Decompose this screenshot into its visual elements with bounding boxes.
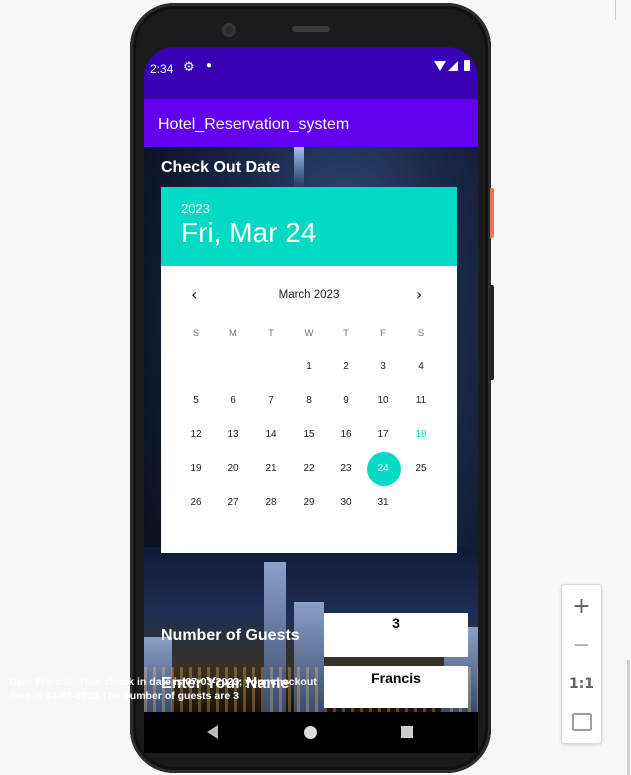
- calendar-day[interactable]: 15: [294, 425, 324, 445]
- weekday-label: W: [304, 328, 314, 339]
- main-content: Check Out Date 2023 Fri, Mar 24 ‹ March …: [144, 147, 478, 712]
- calendar-day[interactable]: 13: [218, 425, 248, 445]
- zoom-1-1-button[interactable]: 1:1: [562, 665, 601, 703]
- weekday-label: S: [417, 328, 425, 339]
- picker-selected-date[interactable]: Fri, Mar 24: [181, 217, 316, 249]
- background-light-rays: [294, 147, 304, 187]
- settings-gear-icon: ⚙: [183, 60, 195, 75]
- signal-icon: [448, 61, 458, 71]
- weekday-label: F: [380, 328, 386, 339]
- back-icon[interactable]: [207, 725, 218, 739]
- guests-input[interactable]: 3: [324, 613, 468, 657]
- calendar-day[interactable]: 29: [294, 493, 324, 513]
- calendar-day[interactable]: 20: [218, 459, 248, 479]
- power-button[interactable]: [490, 188, 494, 238]
- next-month-icon[interactable]: ›: [416, 285, 422, 304]
- zoom-in-button[interactable]: +: [562, 587, 601, 625]
- calendar-day[interactable]: 4: [406, 357, 436, 377]
- weekday-label: T: [268, 328, 274, 339]
- calendar-day[interactable]: 30: [331, 493, 361, 513]
- fit-screen-button[interactable]: [562, 703, 601, 741]
- calendar-day[interactable]: 23: [331, 459, 361, 479]
- calendar-day[interactable]: 11: [406, 391, 436, 411]
- app-bar: Hotel_Reservation_system: [144, 99, 478, 147]
- calendar-day[interactable]: 18: [406, 425, 436, 445]
- calendar-day[interactable]: 17: [368, 425, 398, 445]
- number-of-guests-label: Number of Guests: [161, 627, 300, 644]
- battery-icon: [464, 60, 470, 71]
- name-input-value: Francis: [371, 670, 421, 686]
- date-picker: 2023 Fri, Mar 24 ‹ March 2023 › SMTWTFS …: [161, 187, 457, 553]
- guests-input-value: 3: [392, 615, 400, 631]
- status-time: 2:34: [150, 62, 174, 76]
- app-title: Hotel_Reservation_system: [158, 116, 350, 133]
- calendar-day[interactable]: 27: [218, 493, 248, 513]
- calendar-day[interactable]: 31: [368, 493, 398, 513]
- volume-button[interactable]: [490, 285, 494, 380]
- emulator-scrollbar[interactable]: [627, 660, 630, 775]
- weekday-label: M: [229, 328, 237, 339]
- calendar-day[interactable]: 2: [331, 357, 361, 377]
- emulator-zoom-controls: + − 1:1: [561, 584, 602, 744]
- calendar-day[interactable]: 7: [256, 391, 286, 411]
- wifi-icon: [434, 61, 446, 71]
- notification-dot-icon: ●: [206, 60, 213, 71]
- earpiece-speaker: [292, 26, 330, 32]
- calendar-day[interactable]: 25: [406, 459, 436, 479]
- calendar-day[interactable]: 9: [331, 391, 361, 411]
- name-input[interactable]: Francis: [324, 666, 468, 708]
- calendar-day[interactable]: 10: [368, 391, 398, 411]
- calendar-day[interactable]: 28: [256, 493, 286, 513]
- picker-year[interactable]: 2023: [181, 201, 210, 216]
- weekday-label: T: [343, 328, 349, 339]
- zoom-out-button[interactable]: −: [562, 626, 601, 664]
- weekday-label: S: [192, 328, 200, 339]
- calendar-day[interactable]: 14: [256, 425, 286, 445]
- calendar-day[interactable]: 19: [181, 459, 211, 479]
- recents-icon[interactable]: [401, 726, 413, 738]
- emulator-divider: [615, 0, 616, 20]
- month-label: March 2023: [278, 289, 340, 301]
- home-icon[interactable]: [304, 726, 317, 739]
- calendar-day[interactable]: 8: [294, 391, 324, 411]
- check-out-date-label: Check Out Date: [161, 159, 281, 176]
- fit-screen-icon: [571, 713, 592, 731]
- calendar-day[interactable]: 26: [181, 493, 211, 513]
- status-bar: 2:34 ⚙ ●: [144, 47, 478, 99]
- calendar-day[interactable]: 6: [218, 391, 248, 411]
- calendar-day[interactable]: 16: [331, 425, 361, 445]
- calendar-day[interactable]: 3: [368, 357, 398, 377]
- date-picker-header: 2023 Fri, Mar 24: [161, 187, 457, 266]
- front-camera: [222, 23, 236, 37]
- calendar-day-selected[interactable]: 24: [368, 459, 398, 479]
- reservation-summary-text: Dear Francis, Your check in date is 07-0…: [9, 676, 317, 702]
- calendar-day[interactable]: 21: [256, 459, 286, 479]
- calendar-day[interactable]: 12: [181, 425, 211, 445]
- phone-screen: 2:34 ⚙ ● Hotel_Reservation_system Check …: [144, 47, 478, 753]
- calendar-day[interactable]: 5: [181, 391, 211, 411]
- calendar-day[interactable]: 1: [294, 357, 324, 377]
- calendar-day[interactable]: 22: [294, 459, 324, 479]
